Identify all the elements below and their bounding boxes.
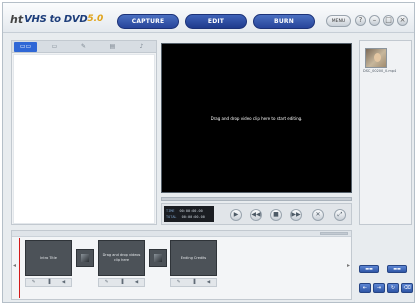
- trim-icon[interactable]: ▐: [47, 280, 50, 285]
- transition-slot[interactable]: [149, 249, 167, 267]
- logo-ht: ht: [10, 12, 24, 26]
- timeline-scroll-left-icon[interactable]: ◂: [13, 262, 16, 269]
- clip-tools: ✎ ▐ ◀: [170, 278, 217, 287]
- media-content-area[interactable]: [13, 54, 155, 224]
- tab-video-clips[interactable]: ▭▭: [14, 42, 37, 52]
- clip-slot-drop[interactable]: Drag and drop videos clip here: [98, 240, 145, 276]
- media-panel: ▭▭ ▭ ✎ ▤ ♪: [11, 40, 157, 225]
- playhead-marker[interactable]: [19, 238, 20, 298]
- clip-tools: ✎ ▐ ◀: [98, 278, 145, 287]
- edit-icon[interactable]: ✎: [105, 280, 109, 285]
- move-right-icon[interactable]: ⇥: [373, 283, 385, 293]
- play-icon[interactable]: ▶: [230, 209, 242, 221]
- app-logo: ht VHS to DVD 5.0: [10, 12, 105, 26]
- maximize-icon[interactable]: □: [383, 15, 394, 26]
- timeline-scroll-right-icon[interactable]: ▸: [347, 262, 350, 269]
- edit-icon[interactable]: ✎: [177, 280, 181, 285]
- time-label: TIME: [166, 209, 175, 213]
- playback-controls: TIME 00:00:00.00 TOTAL 00:00:00.00 ▶ ◀◀ …: [161, 203, 352, 225]
- tab-titles[interactable]: ▭: [43, 42, 66, 52]
- fast-forward-icon[interactable]: ▶▶: [290, 209, 302, 221]
- clip-thumbnail[interactable]: [365, 48, 387, 68]
- preview-message: Drag and drop video clip here to start e…: [210, 116, 303, 121]
- rewind-icon[interactable]: ◀◀: [250, 209, 262, 221]
- edit-mode-button[interactable]: EDIT: [185, 14, 247, 29]
- minimize-icon[interactable]: –: [369, 15, 380, 26]
- transition-slot[interactable]: [76, 249, 94, 267]
- volume-icon[interactable]: ◀: [62, 280, 65, 285]
- video-preview[interactable]: Drag and drop video clip here to start e…: [161, 43, 352, 193]
- burn-mode-button[interactable]: BURN: [253, 14, 315, 29]
- logo-version: 5.0: [87, 14, 104, 24]
- clip-tools: ✎ ▐ ◀: [25, 278, 72, 287]
- total-row: TOTAL 00:00:00.00: [166, 214, 212, 220]
- close-icon[interactable]: ×: [397, 15, 408, 26]
- timeline-header: [12, 231, 351, 237]
- volume-icon[interactable]: ◀: [135, 280, 138, 285]
- total-value: 00:00:00.00: [181, 215, 205, 219]
- tab-transitions[interactable]: ▤: [101, 42, 124, 52]
- timeline-zoom-slider[interactable]: [320, 232, 348, 235]
- capture-mode-button[interactable]: CAPTURE: [117, 14, 179, 29]
- logo-name: VHS to DVD: [24, 13, 88, 25]
- menu-button[interactable]: MENU: [326, 15, 351, 27]
- cut-icon[interactable]: ✕: [312, 209, 324, 221]
- header-bar: ht VHS to DVD 5.0 CAPTURE EDIT BURN MENU…: [3, 3, 414, 33]
- help-icon[interactable]: ?: [355, 15, 366, 26]
- move-left-icon[interactable]: ⇤: [359, 283, 371, 293]
- stop-icon[interactable]: ■: [270, 209, 282, 221]
- tab-effects[interactable]: ✎: [72, 42, 95, 52]
- clip-slot-ending[interactable]: Ending Credits: [170, 240, 217, 276]
- storyboard-timeline: ◂ ▸ Intro Title ✎ ▐ ◀ Drag and drop vide…: [11, 230, 352, 300]
- thumbnail-person: [374, 53, 381, 62]
- trim-icon[interactable]: ▐: [120, 280, 123, 285]
- time-value: 00:00:00.00: [179, 209, 203, 213]
- edit-icon[interactable]: ✎: [32, 280, 36, 285]
- clip-filename: DSC_00200_0.mp4: [363, 69, 397, 73]
- delete-icon[interactable]: ⌫: [401, 283, 413, 293]
- trim-icon[interactable]: ▐: [192, 280, 195, 285]
- action-button-1[interactable]: ▬▬: [359, 265, 379, 273]
- tab-audio[interactable]: ♪: [130, 42, 153, 52]
- clip-slot-intro[interactable]: Intro Title: [25, 240, 72, 276]
- volume-icon[interactable]: ◀: [207, 280, 210, 285]
- fullscreen-icon[interactable]: ⤢: [334, 209, 346, 221]
- clip-library: DSC_00200_0.mp4: [359, 40, 412, 225]
- app-window: ht VHS to DVD 5.0 CAPTURE EDIT BURN MENU…: [2, 2, 415, 303]
- playback-progress-bar[interactable]: [161, 197, 352, 201]
- refresh-icon[interactable]: ↻: [387, 283, 399, 293]
- action-button-2[interactable]: ▬▬: [387, 265, 407, 273]
- media-tabs: ▭▭ ▭ ✎ ▤ ♪: [12, 41, 156, 53]
- total-label: TOTAL: [166, 215, 177, 219]
- timecode-display: TIME 00:00:00.00 TOTAL 00:00:00.00: [164, 206, 214, 222]
